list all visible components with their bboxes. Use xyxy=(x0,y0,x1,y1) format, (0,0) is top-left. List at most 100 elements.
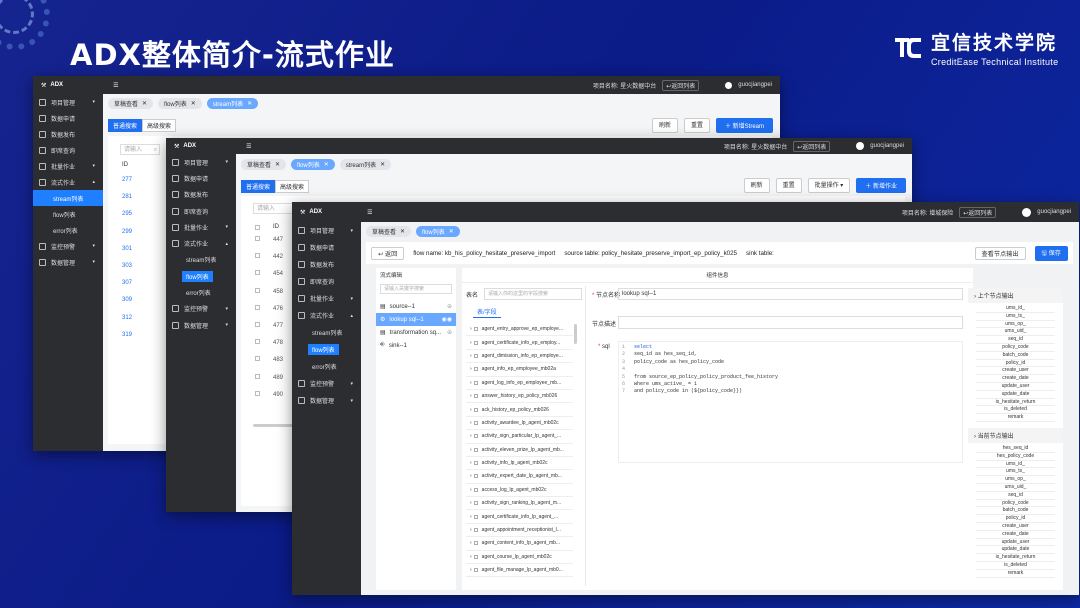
row-checkbox[interactable] xyxy=(255,287,260,293)
table-row-id[interactable]: 489 xyxy=(273,370,283,387)
return-list-button[interactable]: ↩返回列表 xyxy=(793,140,831,152)
sidebar-item-data-publish[interactable]: 数据发布 xyxy=(292,256,361,273)
row-checkbox[interactable] xyxy=(255,236,260,241)
sql-editor[interactable]: 1 select 2 seq_id as hes_seq_id, 3 policy_c… xyxy=(618,341,963,463)
user-avatar-icon[interactable] xyxy=(1022,207,1032,217)
table-list-item[interactable]: › agent_course_lp_agent_mb02c xyxy=(466,551,573,565)
save-button[interactable]: 🖫 保存 xyxy=(1034,245,1068,261)
sidebar-item-project[interactable]: 项目管理 ▾ xyxy=(33,94,103,110)
normal-search-button[interactable]: 普通搜索 xyxy=(108,119,143,132)
table-row-id[interactable]: 309 xyxy=(122,292,132,309)
table-row-id[interactable]: 478 xyxy=(273,335,283,352)
sidebar-sub-stream-list[interactable]: stream列表 xyxy=(33,190,103,206)
return-list-button[interactable]: ↩返回列表 xyxy=(662,79,700,91)
sidebar-item-stream[interactable]: 流式作业 ▴ xyxy=(292,307,361,324)
sidebar-item-data-manage[interactable]: 数据管理 ▾ xyxy=(292,392,361,409)
flow-node-transformation[interactable]: ▤ transformation sq... ⊕ xyxy=(376,326,456,339)
node-desc-input[interactable] xyxy=(618,316,963,329)
table-list-item[interactable]: › agent_content_info_lp_agent_mb... xyxy=(466,537,573,551)
node-search-input[interactable]: 请输入关键字搜索 xyxy=(380,284,452,294)
table-list-item[interactable]: › ack_history_ep_policy_mb026 xyxy=(466,403,573,417)
table-list-item[interactable]: › activity_awardee_lp_agent_mb02c xyxy=(466,417,573,431)
table-list-item[interactable]: › activity_info_lp_agent_mb02c xyxy=(466,457,573,471)
sidebar-item-batch[interactable]: 批量作业 ▾ xyxy=(166,219,236,235)
sidebar-item-batch[interactable]: 批量作业 ▾ xyxy=(292,290,361,307)
table-row-id[interactable]: 277 xyxy=(122,172,132,189)
sidebar-item-batch[interactable]: 批量作业 ▾ xyxy=(33,158,103,174)
normal-search-button[interactable]: 普通搜索 xyxy=(241,180,276,193)
advanced-search-button[interactable]: 高级搜索 xyxy=(275,180,310,193)
table-row-id[interactable]: 476 xyxy=(273,301,283,318)
table-row-id[interactable]: 442 xyxy=(273,249,283,266)
row-checkbox[interactable] xyxy=(255,253,260,259)
pane-splitter[interactable] xyxy=(585,286,586,586)
sidebar-item-adhoc[interactable]: 即席查询 xyxy=(292,273,361,290)
menu-toggle-icon[interactable]: ☰ xyxy=(113,82,118,89)
table-list-item[interactable]: › agent_log_info_ep_employee_mb... xyxy=(466,377,573,390)
refresh-button[interactable]: 刷新 xyxy=(743,178,770,193)
row-checkbox[interactable] xyxy=(255,373,260,379)
row-checkbox[interactable] xyxy=(255,390,260,396)
sidebar-item-project[interactable]: 项目管理 ▾ xyxy=(166,154,236,170)
table-row-id[interactable]: 447 xyxy=(273,232,283,249)
sidebar-item-monitor[interactable]: 监控预警 ▾ xyxy=(33,238,103,254)
table-row-id[interactable]: 477 xyxy=(273,318,283,335)
flow-node-lookup[interactable]: ⚙ lookup sql--1 ◉◉ xyxy=(376,313,456,326)
back-button[interactable]: ↩ 返回 xyxy=(371,246,405,260)
row-checkbox[interactable] xyxy=(255,356,260,362)
refresh-button[interactable]: 刷新 xyxy=(651,118,678,133)
sidebar-sub-stream-list[interactable]: stream列表 xyxy=(292,324,361,341)
table-row-id[interactable]: 312 xyxy=(122,310,132,327)
table-row-id[interactable]: 295 xyxy=(122,206,132,223)
table-list-item[interactable]: › agent_dimission_info_ep_employe... xyxy=(466,350,573,364)
table-row-id[interactable]: 454 xyxy=(273,266,283,283)
table-row-id[interactable]: 319 xyxy=(122,327,132,344)
flow-node-sink[interactable]: ⎆ sink--1 xyxy=(376,339,456,352)
table-row-id[interactable]: 281 xyxy=(122,189,132,206)
sidebar-sub-error-list[interactable]: error列表 xyxy=(33,222,103,238)
return-list-button[interactable]: ↩返回列表 xyxy=(959,206,997,218)
table-list-item[interactable]: › agent_info_ep_employee_mb02a xyxy=(466,363,573,377)
table-list-item[interactable]: › agent_certificate_info_lp_agent_... xyxy=(466,510,573,524)
menu-toggle-icon[interactable]: ☰ xyxy=(246,143,251,150)
current-output-title[interactable]: › 当前节点输出 xyxy=(968,427,1063,443)
menu-toggle-icon[interactable]: ☰ xyxy=(367,209,372,216)
flow-node-source[interactable]: ▤ source--1 ⊕ xyxy=(376,300,456,313)
table-list-item[interactable]: › access_log_lp_agent_mb02c xyxy=(466,484,573,498)
advanced-search-button[interactable]: 高级搜索 xyxy=(142,119,177,132)
row-checkbox[interactable] xyxy=(255,321,260,327)
table-row-id[interactable]: 303 xyxy=(122,258,132,275)
sidebar-item-stream[interactable]: 流式作业 ▴ xyxy=(33,174,103,190)
tab-stream-list[interactable]: stream列表 ✕ xyxy=(206,98,259,109)
table-list-item[interactable]: › agent_entry_approve_ep_employe... xyxy=(466,323,573,337)
table-search-input[interactable]: 请输入你的这里的字段搜索 xyxy=(484,288,582,300)
add-job-button[interactable]: ＋ 新增作业 xyxy=(856,178,906,193)
sidebar-sub-error-list[interactable]: error列表 xyxy=(292,358,361,375)
user-name[interactable]: guocjiangpei xyxy=(1037,209,1071,215)
view-node-output-button[interactable]: 查看节点输出 xyxy=(974,246,1026,260)
add-stream-button[interactable]: ＋ 新增Stream xyxy=(715,118,773,133)
row-checkbox[interactable] xyxy=(255,270,260,276)
user-avatar-icon[interactable] xyxy=(856,142,865,150)
sidebar-item-data-publish[interactable]: 数据发布 xyxy=(166,187,236,203)
sidebar-item-data-publish[interactable]: 数据发布 xyxy=(33,126,103,142)
user-name[interactable]: guocjiangpei xyxy=(870,143,904,149)
table-list-item[interactable]: › answer_history_ep_policy_mb026 xyxy=(466,390,573,404)
sidebar-item-adhoc[interactable]: 即席查询 xyxy=(166,203,236,219)
sidebar-item-data-apply[interactable]: 数据申请 xyxy=(33,110,103,126)
batch-operation-button[interactable]: 批量操作 ▾ xyxy=(807,178,851,193)
sidebar-item-stream[interactable]: 流式作业 ▴ xyxy=(166,235,236,251)
upstream-output-title[interactable]: › 上个节点输出 xyxy=(968,288,1063,303)
sidebar-item-data-manage[interactable]: 数据管理 ▾ xyxy=(166,317,236,333)
select-all-checkbox[interactable] xyxy=(255,225,260,230)
search-input[interactable]: 请输入 xyxy=(253,203,293,214)
table-list-item[interactable]: › agent_appointment_receptionist_l... xyxy=(466,524,573,538)
sidebar-item-project[interactable]: 项目管理 ▾ xyxy=(292,222,361,239)
sidebar-item-monitor[interactable]: 监控预警 ▾ xyxy=(166,301,236,317)
table-row-id[interactable]: 307 xyxy=(122,275,132,292)
tab-draft[interactable]: 草稿查看 ✕ xyxy=(241,159,287,170)
sidebar-item-data-manage[interactable]: 数据管理 ▾ xyxy=(33,254,103,270)
reset-button[interactable]: 重置 xyxy=(683,118,710,133)
sidebar-item-monitor[interactable]: 监控预警 ▾ xyxy=(292,375,361,392)
tab-draft[interactable]: 草稿查看 ✕ xyxy=(108,98,154,109)
